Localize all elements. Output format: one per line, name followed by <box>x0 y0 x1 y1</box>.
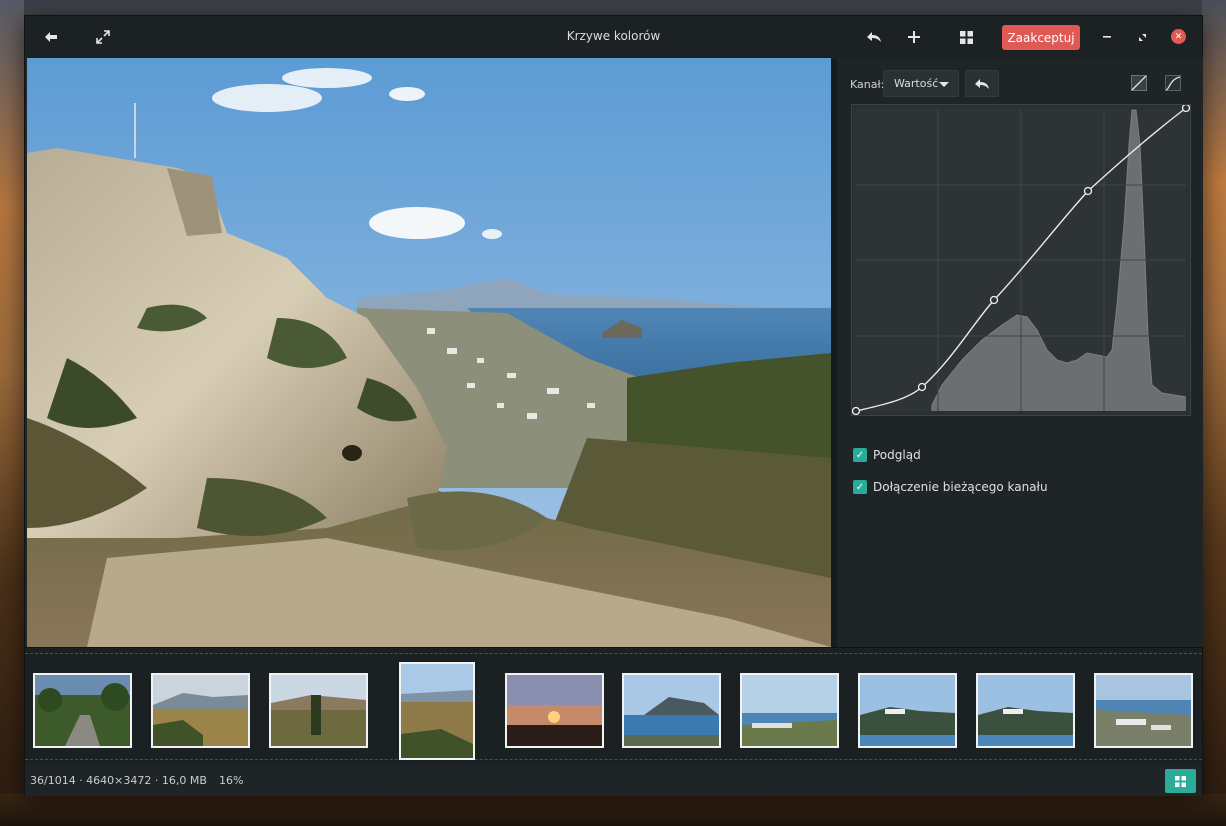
curves-panel: Kanał: Wartość ✓ Podgląd ✓ Dołączenie bi… <box>837 58 1203 647</box>
channel-select[interactable]: Wartość <box>883 70 959 97</box>
thumbnail[interactable] <box>740 673 839 748</box>
preview-label: Podgląd <box>873 448 921 462</box>
thumbnail[interactable] <box>151 673 250 748</box>
preview-checkbox[interactable]: ✓ <box>853 448 867 462</box>
filmstrip <box>25 647 1202 764</box>
desktop-background-bottom <box>0 794 1226 826</box>
plus-icon[interactable] <box>900 25 928 49</box>
statusbar: 36/1014 · 4640×3472 · 16,0 MB 16% <box>25 764 1202 796</box>
titlebar: Krzywe kolorów Zaakceptuj ✕ <box>25 16 1202 58</box>
thumbnail[interactable] <box>976 673 1075 748</box>
curve-point <box>917 382 927 392</box>
app-window: Krzywe kolorów Zaakceptuj ✕ Kanał: Warto… <box>24 15 1203 796</box>
join-channel-checkbox[interactable]: ✓ <box>853 480 867 494</box>
grid-icon <box>1175 775 1186 787</box>
reset-curve-button[interactable] <box>965 70 999 97</box>
curve-point <box>1083 186 1093 196</box>
minimize-icon[interactable] <box>1093 25 1121 49</box>
curve-point <box>1181 103 1191 113</box>
chevron-down-icon <box>939 82 949 87</box>
preview-checkbox-row[interactable]: ✓ Podgląd <box>853 448 921 462</box>
thumbnail[interactable] <box>858 673 957 748</box>
close-icon[interactable]: ✕ <box>1171 29 1186 44</box>
thumbnail-selected[interactable] <box>399 662 475 760</box>
curve-point <box>989 295 999 305</box>
undo-icon <box>975 78 989 89</box>
desktop-background-right <box>1202 0 1226 826</box>
thumbnail[interactable] <box>1094 673 1193 748</box>
join-channel-checkbox-row[interactable]: ✓ Dołączenie bieżącego kanału <box>853 480 1048 494</box>
accept-button[interactable]: Zaakceptuj <box>1002 25 1080 50</box>
channel-select-value: Wartość <box>894 77 939 90</box>
image-info: 36/1014 · 4640×3472 · 16,0 MB <box>30 774 207 787</box>
thumbnail[interactable] <box>622 673 721 748</box>
join-channel-label: Dołączenie bieżącego kanału <box>873 480 1048 494</box>
thumbnail[interactable] <box>505 673 604 748</box>
desktop-background-left <box>0 0 24 826</box>
smooth-mode-icon[interactable] <box>1165 75 1181 91</box>
curve-point <box>851 406 861 416</box>
gallery-view-button[interactable] <box>1165 769 1196 793</box>
undo-icon[interactable] <box>860 25 888 49</box>
landscape-photo <box>27 58 831 647</box>
linear-mode-icon[interactable] <box>1131 75 1147 91</box>
channel-label: Kanał: <box>850 78 885 91</box>
image-canvas[interactable] <box>27 58 831 647</box>
thumbnail[interactable] <box>269 673 368 748</box>
thumbnail[interactable] <box>33 673 132 748</box>
curve-editor[interactable] <box>851 103 1191 416</box>
zoom-level[interactable]: 16% <box>219 774 243 787</box>
grid-icon[interactable] <box>952 25 980 49</box>
restore-icon[interactable] <box>1128 25 1156 49</box>
